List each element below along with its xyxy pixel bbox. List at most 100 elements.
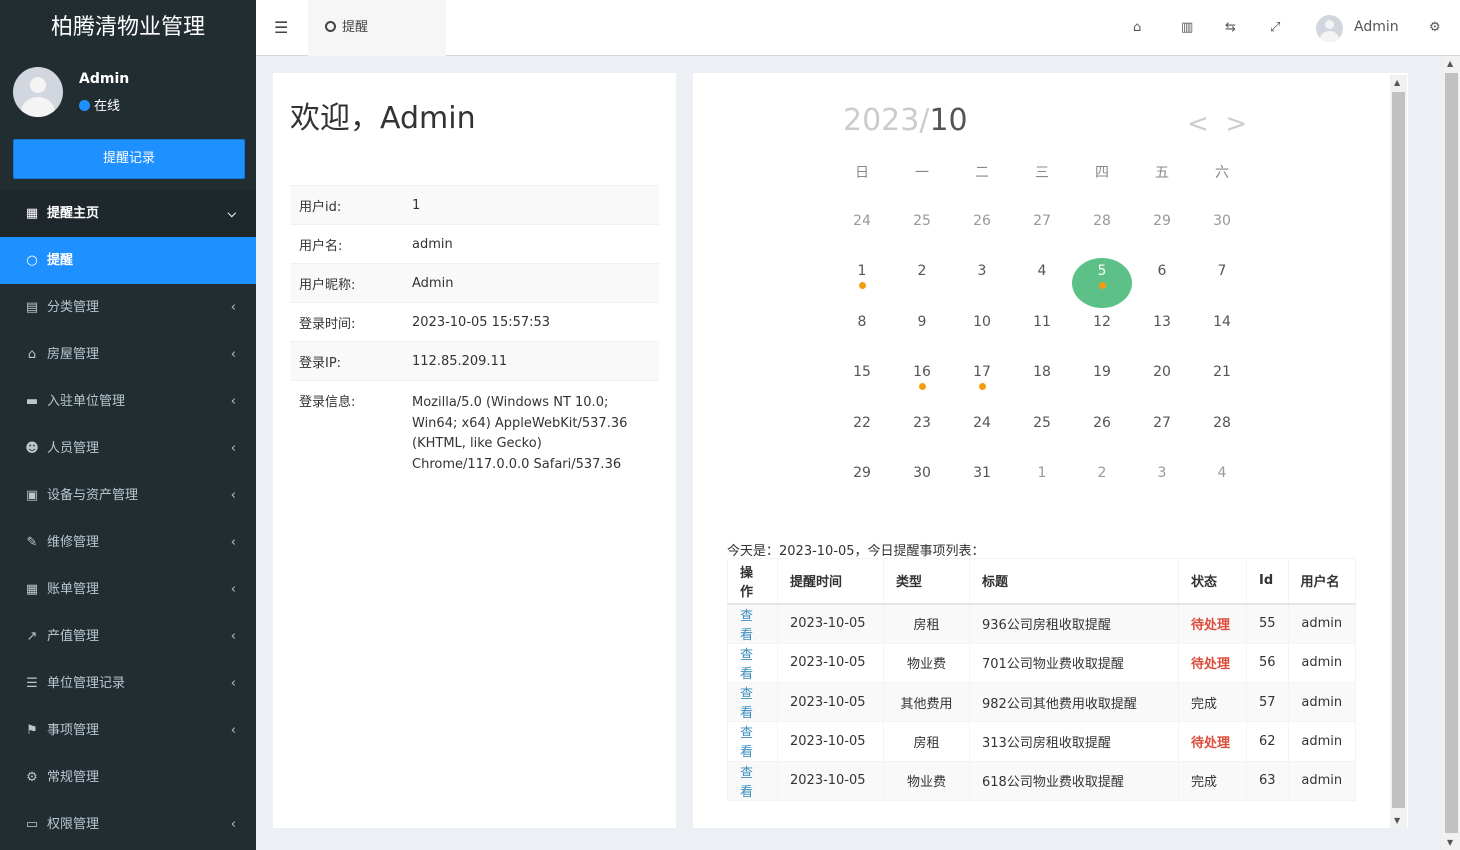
calendar-day[interactable]: 5: [1072, 258, 1132, 308]
sidebar-item-permissions[interactable]: ▭ 权限管理 ‹: [0, 801, 256, 848]
calendar-day[interactable]: 1: [832, 263, 892, 289]
scroll-down-icon[interactable]: ▼: [1447, 838, 1453, 847]
calendar-day[interactable]: 22: [832, 415, 892, 431]
calendar-day[interactable]: 14: [1192, 314, 1252, 330]
calendar-day[interactable]: 18: [1012, 364, 1072, 380]
calendar-day[interactable]: 20: [1132, 364, 1192, 380]
calendar-day[interactable]: 30: [892, 465, 952, 481]
calendar-day[interactable]: 12: [1072, 314, 1132, 330]
calendar-day[interactable]: 30: [1192, 213, 1252, 229]
sidebar-item-equipment[interactable]: ▣ 设备与资产管理 ‹: [0, 472, 256, 519]
next-month-button[interactable]: >: [1225, 109, 1247, 139]
home-icon[interactable]: ⌂: [1133, 20, 1141, 35]
calendar-day[interactable]: 11: [1012, 314, 1072, 330]
scrollbar-thumb[interactable]: [1445, 73, 1458, 833]
app-logo[interactable]: 柏腾清物业管理: [0, 0, 256, 56]
view-link[interactable]: 查看: [740, 609, 753, 643]
calendar-day[interactable]: 23: [892, 415, 952, 431]
sidebar-item-category[interactable]: ▤ 分类管理 ‹: [0, 284, 256, 331]
remind-id: 55: [1259, 616, 1276, 631]
calendar-day[interactable]: 27: [1132, 415, 1192, 431]
sidebar-item-reminder-home[interactable]: ▦ 提醒主页 ⌵: [0, 190, 256, 237]
sidebar-item-general[interactable]: ⚙ 常规管理: [0, 754, 256, 801]
calendar-day[interactable]: 24: [832, 213, 892, 229]
wrench-icon: ✎: [26, 535, 38, 550]
scroll-down-icon[interactable]: ▼: [1394, 816, 1400, 825]
col-header[interactable]: 状态: [1178, 558, 1247, 605]
reminder-records-button[interactable]: 提醒记录: [13, 139, 245, 179]
calendar-day[interactable]: 17: [952, 364, 1012, 390]
calendar-day[interactable]: 26: [952, 213, 1012, 229]
calendar-day[interactable]: 2: [892, 263, 952, 279]
tab-reminder[interactable]: 提醒: [308, 0, 446, 56]
sidebar-item-output[interactable]: ↗ 产值管理 ‹: [0, 613, 256, 660]
view-link[interactable]: 查看: [740, 687, 753, 721]
top-username[interactable]: Admin: [1354, 19, 1399, 35]
calendar-day[interactable]: 9: [892, 314, 952, 330]
fullscreen-icon[interactable]: ⤢: [1270, 20, 1280, 35]
col-header[interactable]: 标题: [969, 558, 1179, 605]
calendar-day[interactable]: 21: [1192, 364, 1252, 380]
card-scrollbar[interactable]: ▲ ▼: [1390, 75, 1407, 828]
calendar-day[interactable]: 3: [1132, 465, 1192, 481]
calendar-day[interactable]: 25: [892, 213, 952, 229]
sidebar: 柏腾清物业管理 Admin 在线 提醒记录 ▦ 提醒主页 ⌵ ○ 提醒 ▤ 分类管理 ‹ …: [0, 0, 256, 850]
chevron-left-icon: ‹: [230, 441, 236, 456]
calendar-day[interactable]: 1: [1012, 465, 1072, 481]
calendar-day[interactable]: 2: [1072, 465, 1132, 481]
trash-icon[interactable]: ▥: [1181, 20, 1193, 35]
calendar-day[interactable]: 28: [1072, 213, 1132, 229]
status-badge-cell: 完成: [1178, 760, 1247, 802]
scroll-up-icon[interactable]: ▲: [1447, 59, 1453, 68]
user-name: Admin: [79, 71, 130, 87]
page-scrollbar[interactable]: ▲ ▼: [1443, 56, 1460, 850]
table-row: 登录信息: Mozilla/5.0 (Windows NT 10.0; Win64…: [290, 380, 659, 475]
scroll-up-icon[interactable]: ▲: [1394, 78, 1400, 87]
sidebar-item-house[interactable]: ⌂ 房屋管理 ‹: [0, 331, 256, 378]
sidebar-item-matters[interactable]: ⚑ 事项管理 ‹: [0, 707, 256, 754]
menu-toggle-icon[interactable]: ☰: [274, 18, 288, 37]
calendar-day[interactable]: 31: [952, 465, 1012, 481]
cogs-icon[interactable]: ⚙: [1429, 20, 1441, 35]
calendar-day[interactable]: 16: [892, 364, 952, 390]
calendar-day[interactable]: 26: [1072, 415, 1132, 431]
calendar-day[interactable]: 10: [952, 314, 1012, 330]
calendar-day[interactable]: 15: [832, 364, 892, 380]
calendar-day[interactable]: 28: [1192, 415, 1252, 431]
calendar-day-number: 30: [1213, 212, 1231, 229]
calendar-day[interactable]: 24: [952, 415, 1012, 431]
status-badge-cell: 待处理: [1178, 603, 1247, 644]
remind-type-cell: 物业费: [883, 642, 970, 683]
sidebar-item-repair[interactable]: ✎ 维修管理 ‹: [0, 519, 256, 566]
calendar-day[interactable]: 19: [1072, 364, 1132, 380]
col-header[interactable]: 操作: [727, 558, 778, 605]
sidebar-item-staff[interactable]: ☻ 人员管理 ‹: [0, 425, 256, 472]
col-header[interactable]: 提醒时间: [777, 558, 884, 605]
sidebar-item-billing[interactable]: ▦ 账单管理 ‹: [0, 566, 256, 613]
calendar-day[interactable]: 27: [1012, 213, 1072, 229]
calendar-day[interactable]: 13: [1132, 314, 1192, 330]
sidebar-item-tenant[interactable]: ▬ 入驻单位管理 ‹: [0, 378, 256, 425]
calendar-day[interactable]: 6: [1132, 263, 1192, 279]
sidebar-item-unit-records[interactable]: ☰ 单位管理记录 ‹: [0, 660, 256, 707]
calendar-day[interactable]: 4: [1192, 465, 1252, 481]
col-header[interactable]: 用户名: [1287, 558, 1357, 605]
col-header[interactable]: Id: [1246, 558, 1289, 605]
calendar-day[interactable]: 3: [952, 263, 1012, 279]
col-header[interactable]: 类型: [883, 558, 970, 605]
prev-month-button[interactable]: <: [1187, 109, 1209, 139]
scrollbar-thumb[interactable]: [1392, 92, 1405, 808]
sidebar-item-reminder[interactable]: ○ 提醒: [0, 237, 256, 284]
calendar-day[interactable]: 25: [1012, 415, 1072, 431]
calendar-day[interactable]: 4: [1012, 263, 1072, 279]
remind-type: 房租: [913, 618, 940, 633]
view-link[interactable]: 查看: [740, 726, 753, 760]
calendar-day[interactable]: 8: [832, 314, 892, 330]
calendar-day[interactable]: 29: [832, 465, 892, 481]
calendar-day[interactable]: 29: [1132, 213, 1192, 229]
translate-icon[interactable]: ⇆: [1225, 20, 1236, 35]
calendar-day[interactable]: 7: [1192, 263, 1252, 279]
view-link[interactable]: 查看: [740, 766, 753, 800]
avatar[interactable]: [1316, 15, 1343, 42]
view-link[interactable]: 查看: [740, 648, 753, 682]
